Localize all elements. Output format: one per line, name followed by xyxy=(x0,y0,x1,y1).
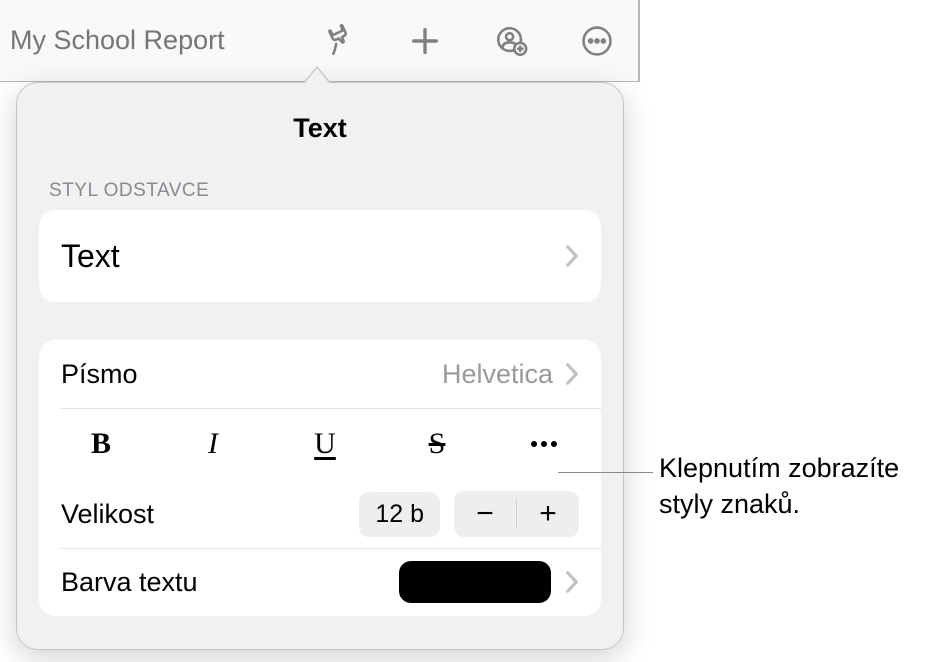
font-label: Písmo xyxy=(61,359,442,390)
size-label: Velikost xyxy=(61,499,359,530)
more-icon[interactable] xyxy=(578,22,616,60)
toolbar-buttons xyxy=(320,22,630,60)
more-styles-button[interactable] xyxy=(509,420,579,468)
size-row: Velikost 12 b − + xyxy=(39,480,601,548)
callout-line1: Klepnutím zobrazíte xyxy=(659,450,899,486)
size-decrease-button[interactable]: − xyxy=(454,491,516,537)
chevron-right-icon xyxy=(565,363,579,385)
underline-button[interactable]: U xyxy=(285,420,365,468)
text-color-row[interactable]: Barva textu xyxy=(39,548,601,616)
size-increase-button[interactable]: + xyxy=(517,491,579,537)
paragraph-style-value: Text xyxy=(61,238,565,275)
callout-text: Klepnutím zobrazíte styly znaků. xyxy=(659,450,899,523)
chevron-right-icon xyxy=(565,245,579,267)
italic-button[interactable]: I xyxy=(173,420,253,468)
callout-leader-line xyxy=(558,472,653,473)
font-value: Helvetica xyxy=(442,359,553,390)
popover-title: Text xyxy=(17,83,623,170)
callout-line2: styly znaků. xyxy=(659,486,899,522)
text-color-swatch[interactable] xyxy=(399,561,551,603)
paragraph-style-card: Text xyxy=(39,210,601,302)
size-stepper: − + xyxy=(454,491,579,537)
insert-icon[interactable] xyxy=(406,22,444,60)
font-settings-card: Písmo Helvetica B I U S Velikost 12 b xyxy=(39,340,601,616)
font-row[interactable]: Písmo Helvetica xyxy=(39,340,601,408)
format-brush-icon[interactable] xyxy=(320,22,358,60)
text-style-row: B I U S xyxy=(39,408,601,480)
size-value[interactable]: 12 b xyxy=(359,492,440,537)
text-color-label: Barva textu xyxy=(61,567,399,598)
paragraph-style-row[interactable]: Text xyxy=(39,210,601,302)
document-title[interactable]: My School Report xyxy=(10,25,225,56)
collaborate-icon[interactable] xyxy=(492,22,530,60)
bold-button[interactable]: B xyxy=(61,420,141,468)
chevron-right-icon xyxy=(565,571,579,593)
format-popover: Text STYL ODSTAVCE Text Písmo Helvetica … xyxy=(16,82,624,650)
section-paragraph-style-label: STYL ODSTAVCE xyxy=(17,170,623,210)
strikethrough-button[interactable]: S xyxy=(397,420,477,468)
